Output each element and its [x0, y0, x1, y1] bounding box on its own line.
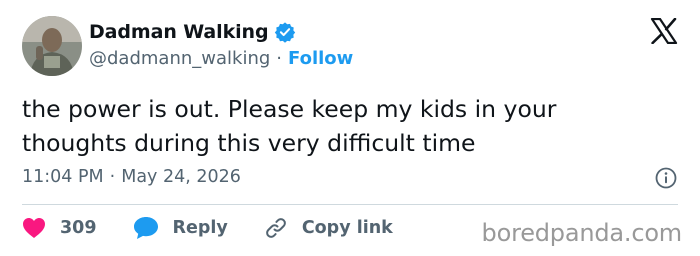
copy-link-button[interactable]: Copy link	[264, 216, 393, 240]
tweet-date[interactable]: May 24, 2026	[121, 167, 241, 187]
divider	[22, 204, 678, 205]
author-display-name[interactable]: Dadman Walking	[89, 21, 269, 43]
verified-badge-icon	[274, 21, 296, 43]
author-name-row: Dadman Walking	[89, 21, 296, 43]
reply-label: Reply	[172, 218, 228, 238]
heart-icon	[23, 218, 45, 238]
like-count: 309	[60, 218, 97, 238]
tweet-timestamp[interactable]: 11:04 PM · May 24, 2026	[22, 167, 241, 187]
like-button[interactable]: 309	[22, 217, 97, 239]
author-handle[interactable]: @dadmann_walking	[89, 48, 270, 69]
reply-bubble-icon	[133, 217, 158, 239]
info-icon[interactable]	[654, 166, 678, 190]
watermark: boredpanda.com	[481, 219, 683, 247]
author-handle-row: @dadmann_walking · Follow	[89, 48, 353, 69]
date-separator: ·	[109, 167, 116, 187]
copy-link-label: Copy link	[301, 218, 393, 238]
link-icon	[265, 218, 286, 238]
avatar-photo	[22, 16, 82, 76]
x-logo-icon[interactable]	[650, 17, 678, 45]
avatar[interactable]	[22, 16, 82, 76]
reply-button[interactable]: Reply	[133, 216, 228, 240]
follow-button[interactable]: Follow	[288, 48, 353, 69]
action-bar: 309 Reply Copy link	[22, 216, 429, 240]
handle-separator: ·	[276, 48, 283, 69]
tweet-time[interactable]: 11:04 PM	[22, 167, 104, 187]
tweet-text: the power is out. Please keep my kids in…	[22, 95, 557, 157]
